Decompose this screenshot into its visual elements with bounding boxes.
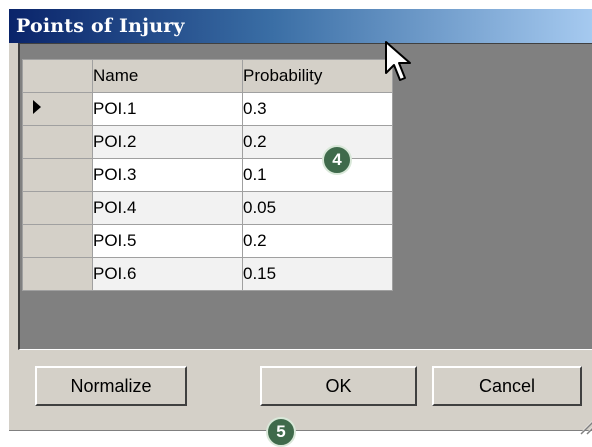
normalize-button[interactable]: Normalize (35, 366, 187, 406)
table-row[interactable]: POI.6 0.15 (22, 257, 393, 291)
name-cell[interactable]: POI.4 (92, 191, 243, 225)
points-grid: Name Probability POI.1 0.3 POI.2 0.2 POI… (22, 59, 393, 291)
table-row[interactable]: POI.5 0.2 (22, 224, 393, 258)
ok-button[interactable]: OK (260, 366, 417, 406)
probability-cell[interactable]: 0.3 (242, 92, 393, 126)
probability-cell[interactable]: 0.15 (242, 257, 393, 291)
row-header[interactable] (22, 92, 93, 126)
row-header[interactable] (22, 224, 93, 258)
probability-cell[interactable]: 0.05 (242, 191, 393, 225)
column-header-probability[interactable]: Probability (242, 59, 393, 93)
current-row-indicator-icon (33, 100, 41, 114)
callout-badge-5: 5 (266, 417, 296, 447)
name-cell[interactable]: POI.2 (92, 125, 243, 159)
name-cell[interactable]: POI.6 (92, 257, 243, 291)
row-header[interactable] (22, 158, 93, 192)
dialog-title: Points of Injury (16, 15, 185, 37)
resize-grip-icon[interactable] (575, 413, 592, 435)
probability-cell[interactable]: 0.2 (242, 125, 393, 159)
name-cell[interactable]: POI.3 (92, 158, 243, 192)
points-of-injury-dialog: Points of Injury Name Probability POI.1 … (8, 8, 592, 435)
probability-cell[interactable]: 0.2 (242, 224, 393, 258)
table-row[interactable]: POI.1 0.3 (22, 92, 393, 126)
cancel-button[interactable]: Cancel (432, 366, 582, 406)
callout-badge-4: 4 (322, 145, 352, 175)
grid-corner-header (22, 59, 93, 93)
name-cell[interactable]: POI.5 (92, 224, 243, 258)
row-header[interactable] (22, 191, 93, 225)
data-grid-area: Name Probability POI.1 0.3 POI.2 0.2 POI… (18, 43, 592, 350)
row-header[interactable] (22, 125, 93, 159)
table-row[interactable]: POI.4 0.05 (22, 191, 393, 225)
column-header-name[interactable]: Name (92, 59, 243, 93)
row-header[interactable] (22, 257, 93, 291)
mouse-pointer-icon (385, 41, 411, 81)
title-bar[interactable]: Points of Injury (9, 9, 592, 43)
probability-cell[interactable]: 0.1 (242, 158, 393, 192)
name-cell[interactable]: POI.1 (92, 92, 243, 126)
